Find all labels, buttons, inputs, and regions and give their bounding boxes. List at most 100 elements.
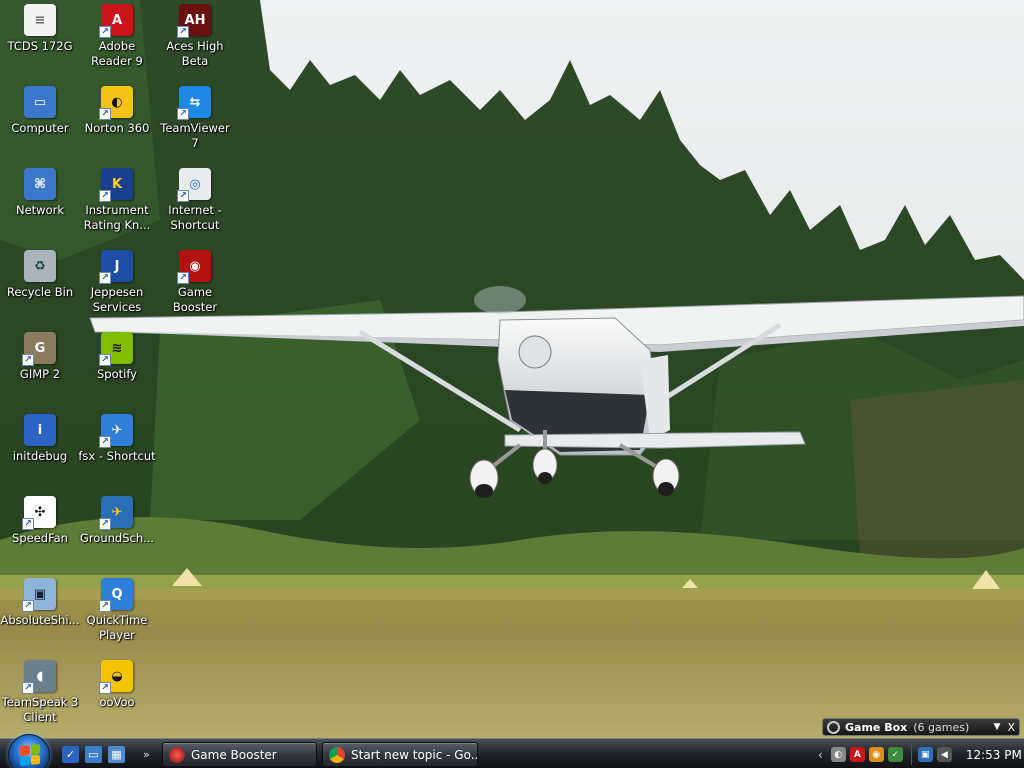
desktop-icon-spotify[interactable]: ≋ ↗ Spotify — [77, 332, 157, 382]
icon-glyph: ✈ — [111, 422, 123, 438]
quicktime-icon: Q ↗ — [99, 578, 133, 612]
desktop-icon-label: Aces High Beta — [166, 39, 224, 68]
desktop-icon-label: Computer — [11, 121, 69, 135]
flight-simulator-icon: ✈ ↗ — [99, 414, 133, 448]
recycle-bin-icon: ♻ — [24, 250, 56, 282]
shortcut-arrow-icon: ↗ — [22, 518, 34, 530]
desktop-icon-label: fsx - Shortcut — [78, 449, 156, 463]
desktop-icon-teamspeak[interactable]: ◖ ↗ TeamSpeak 3 Client — [0, 660, 80, 725]
icon-glyph: ◎ — [189, 176, 201, 192]
icon-glyph: ⌘ — [33, 176, 47, 192]
game-box-gadget[interactable]: Game Box (6 games) ▼ X — [822, 718, 1020, 736]
desktop-icon-label: initdebug — [12, 449, 68, 463]
speedfan-icon: ✣ ↗ — [22, 496, 56, 530]
shortcut-arrow-icon: ↗ — [99, 190, 111, 202]
game-box-logo-icon — [827, 720, 840, 734]
volume-icon[interactable]: ◀ — [936, 747, 952, 762]
clock[interactable]: 12:53 PM — [966, 748, 1022, 762]
desktop-icon-king-schools[interactable]: K ↗ Instrument Rating Kn... — [77, 168, 157, 233]
shortcut-arrow-icon: ↗ — [99, 272, 111, 284]
desktop-icon-label: Norton 360 — [84, 121, 150, 135]
ground-school-icon: ✈ ↗ — [99, 496, 133, 530]
desktop-icon-info-file[interactable]: i initdebug — [0, 414, 80, 464]
network-icon: ⌘ — [24, 168, 56, 200]
chevron-down-icon[interactable]: ▼ — [994, 722, 1001, 732]
desktop-icon-label: TeamSpeak 3 Client — [1, 695, 79, 724]
desktop-icon-label: TCDS 172G — [7, 39, 73, 53]
chrome-icon — [329, 746, 345, 763]
network-tray-icon[interactable]: ▣ — [917, 747, 933, 762]
absolute-shield-icon: ▣ ↗ — [22, 578, 56, 612]
icon-glyph: A — [111, 12, 123, 28]
switch-windows-icon[interactable]: ▭ — [85, 745, 102, 763]
shortcut-arrow-icon: ↗ — [177, 190, 189, 202]
desktop-icon-norton[interactable]: ◐ ↗ Norton 360 — [77, 86, 157, 136]
show-desktop-icon[interactable]: ✓ — [62, 745, 79, 763]
shortcut-arrow-icon: ↗ — [99, 108, 111, 120]
desktop-icon-speedfan[interactable]: ✣ ↗ SpeedFan — [0, 496, 80, 546]
shortcut-arrow-icon: ↗ — [177, 272, 189, 284]
desktop-icon-game-booster[interactable]: ◉ ↗ Game Booster — [155, 250, 235, 315]
shortcut-arrow-icon: ↗ — [99, 600, 111, 612]
jeppesen-icon: J ↗ — [99, 250, 133, 284]
icon-glyph: ▭ — [33, 94, 47, 110]
desktop-icon-ground-school[interactable]: ✈ ↗ GroundSch... — [77, 496, 157, 546]
shortcut-arrow-icon: ↗ — [22, 600, 34, 612]
desktop-icon-gimp[interactable]: G ↗ GIMP 2 — [0, 332, 80, 382]
game-booster-tray-icon[interactable]: ◉ — [868, 747, 884, 762]
icon-glyph: ▣ — [33, 586, 47, 602]
adobe-tray-icon[interactable]: A — [849, 747, 865, 762]
taskbar-button-game-booster[interactable]: Game Booster — [162, 742, 317, 767]
aces-high-icon: AH ↗ — [177, 4, 211, 38]
desktop-icon-aces-high[interactable]: AH ↗ Aces High Beta — [155, 4, 235, 69]
desktop-icon-text-document[interactable]: ≡ TCDS 172G — [0, 4, 80, 54]
taskbar: ✓ ▭ ▦ » Game Booster Start new topic - Go..… — [0, 734, 1024, 768]
norton-icon: ◐ ↗ — [99, 86, 133, 120]
desktop-icon-label: SpeedFan — [12, 531, 68, 545]
desktop-icon-flight-simulator[interactable]: ✈ ↗ fsx - Shortcut — [77, 414, 157, 464]
adobe-reader-icon: A ↗ — [99, 4, 133, 38]
desktop-icon-jeppesen[interactable]: J ↗ Jeppesen Services — [77, 250, 157, 315]
game-booster-icon — [169, 746, 185, 763]
gimp-icon: G ↗ — [22, 332, 56, 366]
taskbar-button-label: Start new topic - Go... — [351, 747, 478, 762]
shield-tray-icon[interactable]: ✓ — [887, 747, 903, 762]
desktop-icon-network[interactable]: ⌘ Network — [0, 168, 80, 218]
desktop-icon-label: ooVoo — [99, 695, 135, 709]
spotify-icon: ≋ ↗ — [99, 332, 133, 366]
norton-tray-icon[interactable]: ◐ — [830, 747, 846, 762]
desktop-icon-label: Spotify — [97, 367, 137, 381]
desktop-icon-adobe-reader[interactable]: A ↗ Adobe Reader 9 — [77, 4, 157, 69]
desktop-icon-absolute-shield[interactable]: ▣ ↗ AbsoluteShi... — [0, 578, 80, 628]
taskbar-button-chrome[interactable]: Start new topic - Go... — [322, 742, 478, 767]
internet-shortcut-icon: ◎ ↗ — [177, 168, 211, 202]
desktop-icon-label: QuickTime Player — [86, 613, 148, 642]
shortcut-arrow-icon: ↗ — [99, 436, 111, 448]
icon-glyph: ♻ — [34, 258, 46, 274]
desktop-icon-recycle-bin[interactable]: ♻ Recycle Bin — [0, 250, 80, 300]
desktop-icon-label: Instrument Rating Kn... — [83, 203, 151, 232]
desktop-icon-computer[interactable]: ▭ Computer — [0, 86, 80, 136]
desktop-window-icon[interactable]: ▦ — [108, 745, 125, 763]
show-hidden-icons-button[interactable]: ‹ — [818, 748, 823, 762]
close-icon[interactable]: X — [1007, 721, 1015, 734]
start-button[interactable] — [8, 734, 50, 768]
quick-launch-overflow-button[interactable]: » — [143, 748, 150, 761]
computer-icon: ▭ — [24, 86, 56, 118]
game-booster-icon: ◉ ↗ — [177, 250, 211, 284]
icon-glyph: ◖ — [36, 668, 44, 684]
shortcut-arrow-icon: ↗ — [177, 108, 189, 120]
desktop-icon-oovoo[interactable]: ◒ ↗ ooVoo — [77, 660, 157, 710]
shortcut-arrow-icon: ↗ — [99, 518, 111, 530]
shortcut-arrow-icon: ↗ — [22, 682, 34, 694]
desktop-icon-internet-shortcut[interactable]: ◎ ↗ Internet - Shortcut — [155, 168, 235, 233]
desktop-icon-label: Jeppesen Services — [90, 285, 144, 314]
icon-glyph: K — [111, 176, 123, 192]
desktop-icon-teamviewer[interactable]: ⇆ ↗ TeamViewer 7 — [155, 86, 235, 151]
desktop-icon-label: GroundSch... — [79, 531, 155, 545]
windows-start-orb-icon — [20, 743, 40, 767]
desktop-icon-label: Game Booster — [172, 285, 218, 314]
desktop-icon-quicktime[interactable]: Q ↗ QuickTime Player — [77, 578, 157, 643]
quick-launch-toolbar: ✓ ▭ ▦ » — [62, 743, 150, 765]
icon-glyph: ◐ — [111, 94, 123, 110]
